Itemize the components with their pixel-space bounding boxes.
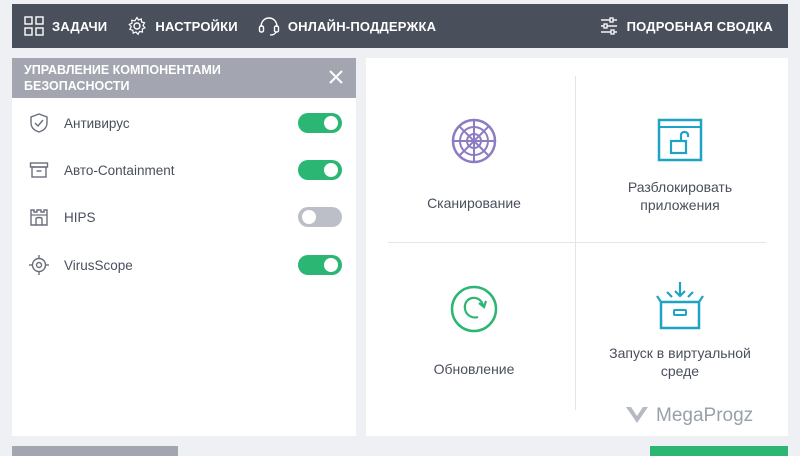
top-nav-bar: ЗАДАЧИ НАСТРОЙКИ ОНЛАЙН-ПОДДЕРЖКА ПОДРОБ… [12, 4, 788, 48]
gear-icon [128, 16, 147, 36]
radar-scan-icon [451, 118, 497, 164]
nav-settings[interactable]: НАСТРОЙКИ [117, 4, 248, 48]
component-label: Авто-Containment [64, 162, 175, 178]
security-components-panel: УПРАВЛЕНИЕ КОМПОНЕНТАМИ БЕЗОПАСНОСТИ Ант… [12, 58, 356, 436]
component-row-antivirus: Антивирус [12, 108, 356, 138]
run-virtual-tile[interactable]: Запуск в виртуальной среде [580, 280, 780, 380]
unblock-apps-tile[interactable]: Разблокировать приложения [580, 116, 780, 214]
toggle-auto-containment[interactable] [298, 160, 342, 180]
panel-title: УПРАВЛЕНИЕ КОМПОНЕНТАМИ БЕЗОПАСНОСТИ [24, 63, 221, 93]
toggle-virusscope[interactable] [298, 255, 342, 275]
close-icon[interactable] [328, 69, 344, 85]
update-label: Обновление [433, 361, 515, 377]
divider [575, 76, 576, 410]
unblock-label: Разблокировать приложения [627, 179, 733, 213]
toggle-hips[interactable] [298, 207, 342, 227]
archive-box-icon [28, 159, 50, 181]
component-label: Антивирус [64, 115, 130, 131]
virtual-label: Запуск в виртуальной среде [609, 345, 751, 379]
bottom-right-button[interactable] [650, 446, 788, 456]
nav-summary-label: ПОДРОБНАЯ СВОДКА [626, 18, 773, 34]
actions-panel: Сканирование Разблокировать приложения О… [366, 58, 788, 436]
sandbox-box-icon [656, 282, 704, 330]
watermark-logo-icon [626, 407, 648, 423]
panel-header: УПРАВЛЕНИЕ КОМПОНЕНТАМИ БЕЗОПАСНОСТИ [12, 58, 356, 98]
nav-tasks[interactable]: ЗАДАЧИ [12, 4, 117, 48]
component-label: VirusScope [64, 257, 133, 273]
castle-icon [28, 206, 50, 228]
component-label: HIPS [64, 209, 96, 225]
component-row-hips: HIPS [12, 202, 356, 232]
bottom-left-button[interactable] [12, 446, 178, 456]
headset-icon [258, 17, 280, 36]
divider [388, 242, 766, 243]
watermark: MegaProgz [624, 402, 753, 430]
watermark-text: MegaProgz [656, 405, 754, 426]
sliders-icon [600, 17, 617, 35]
scan-tile[interactable]: Сканирование [374, 116, 574, 212]
nav-support-label: ОНЛАЙН-ПОДДЕРЖКА [287, 18, 437, 34]
grid-icon [24, 16, 44, 36]
component-row-virusscope: VirusScope [12, 250, 356, 280]
update-tile[interactable]: Обновление [374, 284, 574, 378]
toggle-antivirus[interactable] [298, 113, 342, 133]
unlocked-window-icon [657, 118, 703, 162]
nav-support[interactable]: ОНЛАЙН-ПОДДЕРЖКА [248, 4, 446, 48]
nav-tasks-label: ЗАДАЧИ [52, 18, 108, 34]
crosshair-icon [28, 254, 50, 276]
nav-settings-label: НАСТРОЙКИ [155, 18, 238, 34]
nav-summary[interactable]: ПОДРОБНАЯ СВОДКА [589, 4, 788, 48]
scan-label: Сканирование [427, 195, 521, 211]
refresh-icon [450, 285, 498, 333]
component-row-auto-containment: Авто-Containment [12, 155, 356, 185]
shield-icon [28, 112, 50, 134]
